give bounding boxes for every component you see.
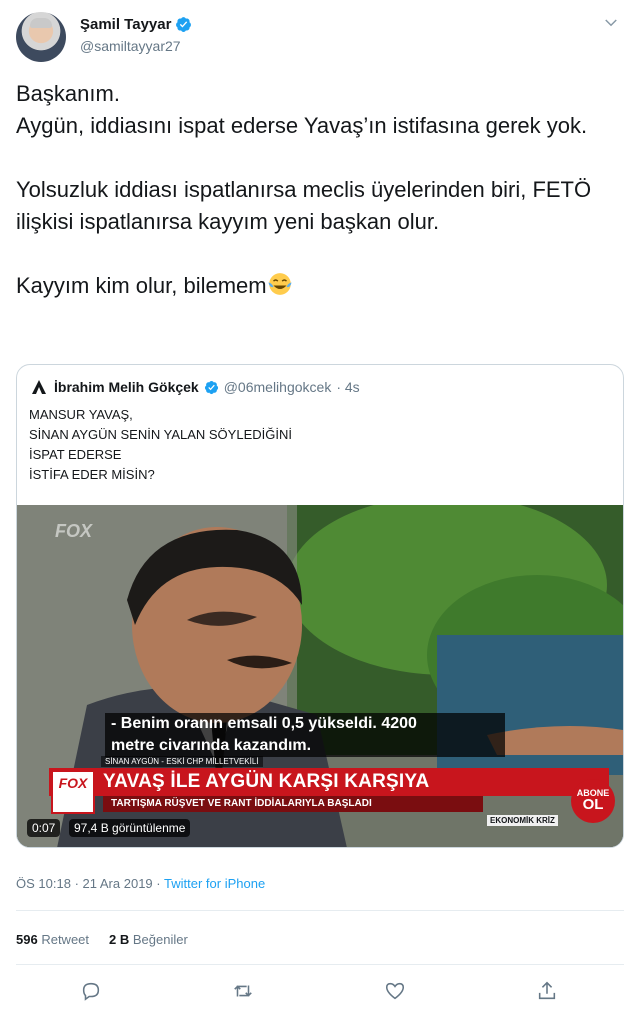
like-button[interactable] [384,980,410,1006]
author-name[interactable]: Şamil Tayyar [80,16,171,33]
news-banner-title: YAVAŞ İLE AYGÜN KARŞI KARŞIYA [103,771,430,792]
action-bar [0,980,640,1008]
reply-icon [82,982,100,1001]
face-with-tears-of-joy-icon [268,273,292,295]
retweets-label: Retweet [41,932,90,947]
subscribe-bottom-label: OL [582,796,604,813]
tweet-stats: 596 Retweet 2 B Beğeniler [16,932,188,947]
tweet-time[interactable]: ÖS 10:18 [16,876,71,891]
video-player[interactable]: FOX - Benim oranın emsali 0,5 yükseldi. … [17,505,623,847]
subscribe-badge: ABONE OL [571,779,615,823]
heart-icon [385,982,405,1000]
fox-watermark: FOX [55,521,93,541]
fox-channel-logo: FOX [51,770,95,814]
author-handle[interactable]: @samiltayyar27 [80,38,181,54]
news-banner-subtitle: TARTIŞMA RÜŞVET VE RANT İDDİALARIYLA BAŞ… [103,796,483,812]
likes-stat[interactable]: 2 B Beğeniler [109,932,188,947]
author-avatar[interactable] [16,12,66,62]
video-duration: 0:07 [27,819,61,837]
quoted-author-handle: @06melihgokcek [223,379,332,395]
quoted-author-avatar [29,377,49,397]
reply-button[interactable] [80,980,106,1006]
quoted-text: MANSUR YAVAŞ, SİNAN AYGÜN SENİN YALAN SÖ… [29,407,292,482]
tweet-metadata: ÖS 10:18 · 21 Ara 2019 · Twitter for iPh… [16,876,265,891]
tweet-text: Başkanım. Aygün, iddiasını ispat ederse … [16,81,592,298]
likes-label: Beğeniler [132,932,188,947]
share-button[interactable] [536,980,562,1006]
tweet-source-link[interactable]: Twitter for iPhone [164,876,265,891]
likes-count: 2 B [109,932,130,947]
news-ticker: EKONOMİK KRİZ [487,815,558,826]
meta-separator: · [156,876,161,891]
tweet-date[interactable]: 21 Ara 2019 [83,876,153,891]
retweet-button[interactable] [232,980,258,1006]
quoted-header: İbrahim Melih Gökçek @06melihgokcek · 4s [29,377,360,397]
quoted-time: · 4s [336,379,360,395]
lower-third-name: SİNAN AYGÜN - ESKİ CHP MİLLETVEKİLİ [101,756,263,767]
divider [16,910,624,911]
quoted-tweet[interactable]: İbrahim Melih Gökçek @06melihgokcek · 4s… [16,364,624,848]
retweets-count: 596 [16,932,38,947]
meta-separator: · [74,876,79,891]
retweets-stat[interactable]: 596 Retweet [16,932,89,947]
verified-badge-icon [176,17,192,32]
verified-badge-icon [204,380,218,394]
chevron-down-icon[interactable] [602,14,620,32]
tweet-body: Başkanım. Aygün, iddiasını ispat ederse … [16,78,616,302]
quoted-author-name: İbrahim Melih Gökçek [54,379,199,395]
video-view-count: 97,4 B görüntülenme [69,819,191,837]
author-name-row: Şamil Tayyar [80,16,192,33]
retweet-icon [234,985,252,997]
divider [16,964,624,965]
video-subtitle: - Benim oranın emsali 0,5 yükseldi. 4200… [105,713,505,757]
tweet-header: Şamil Tayyar @samiltayyar27 [16,10,624,64]
share-icon [538,981,556,1000]
